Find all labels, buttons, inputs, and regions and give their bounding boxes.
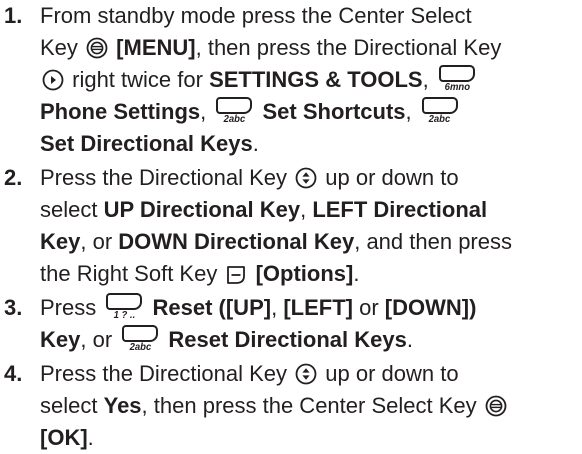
settings-tools-label: SETTINGS & TOOLS — [209, 67, 423, 92]
key-2-icon: 2abc — [421, 97, 458, 125]
step-text: or — [359, 295, 379, 320]
step-text: , then press the Directional Key — [195, 35, 502, 60]
step-line: right twice for SETTINGS & TOOLS, 6mno — [40, 64, 479, 96]
key-1-icon: 1 ? .. — [106, 293, 143, 321]
step-text: Press — [40, 295, 97, 320]
step-text: , and then press — [354, 229, 512, 254]
options-label: [Options] — [255, 261, 354, 286]
step-text: Press the Directional Key — [40, 361, 287, 386]
step-text: select — [40, 393, 98, 418]
step-line: select UP Directional Key, LEFT Directio… — [40, 194, 487, 226]
step-text: select — [40, 197, 98, 222]
step-text: up or down to — [325, 165, 459, 190]
menu-label: [MENU] — [116, 35, 196, 60]
step-text: Key — [40, 35, 78, 60]
right-soft-key-icon — [227, 266, 246, 284]
step-line: Phone Settings, 2abc Set Shortcuts, 2abc — [40, 96, 462, 128]
key-2-icon: 2abc — [122, 325, 159, 353]
step-line: Key, or DOWN Directional Key, and then p… — [40, 226, 512, 258]
center-select-key-icon — [485, 395, 507, 417]
step-text: . — [406, 327, 413, 352]
step-line: Key, or 2abc Reset Directional Keys. — [40, 324, 413, 356]
step-text: , — [405, 99, 412, 124]
set-shortcuts-label: Set Shortcuts — [262, 99, 406, 124]
yes-label: Yes — [103, 393, 142, 418]
step-line: [OK]. — [40, 422, 94, 454]
step-text: , — [300, 197, 307, 222]
step-number: 1. — [4, 3, 23, 28]
down-directional-key-label: DOWN Directional Key — [118, 229, 355, 254]
directional-up-down-icon — [295, 363, 317, 385]
up-directional-key-label: UP Directional Key — [103, 197, 301, 222]
ok-label: [OK] — [40, 425, 88, 450]
step-text: . — [252, 131, 259, 156]
step-text: . — [353, 261, 360, 286]
step-text: , — [200, 99, 207, 124]
step-number: 2. — [4, 165, 23, 190]
step-text: right twice for — [72, 67, 203, 92]
directional-up-down-icon — [295, 167, 317, 189]
phone-settings-label: Phone Settings — [40, 99, 201, 124]
key-6-icon: 6mno — [438, 65, 475, 93]
key-label: Key — [40, 229, 81, 254]
key-label: Key — [40, 327, 81, 352]
step-text: From standby mode press the Center Selec… — [40, 3, 472, 28]
down-label: [DOWN]) — [384, 295, 477, 320]
left-directional-label: LEFT Directional — [312, 197, 488, 222]
step-line: Press the Directional Key up or down to — [40, 358, 459, 390]
step-text: up or down to — [325, 361, 459, 386]
step-number: 4. — [4, 361, 23, 386]
step-text: Press the Directional Key — [40, 165, 287, 190]
reset-up-label: Reset ([UP] — [152, 295, 272, 320]
reset-directional-keys-label: Reset Directional Keys — [168, 327, 407, 352]
step-line: From standby mode press the Center Selec… — [40, 0, 472, 32]
center-select-key-icon — [86, 37, 108, 59]
step-text: , or — [80, 229, 113, 254]
step-text: , — [422, 67, 429, 92]
step-line: Press 1 ? .. Reset ([UP], [LEFT] or [DOW… — [40, 292, 476, 324]
step-text: . — [87, 425, 94, 450]
step-line: Press the Directional Key up or down to — [40, 162, 459, 194]
step-line: the Right Soft Key [Options]. — [40, 258, 359, 290]
instruction-page: 1. From standby mode press the Center Se… — [0, 0, 582, 450]
step-line: Set Directional Keys. — [40, 128, 259, 160]
step-line: Key [MENU], then press the Directional K… — [40, 32, 501, 64]
step-text: , or — [80, 327, 113, 352]
set-directional-keys-label: Set Directional Keys — [40, 131, 253, 156]
step-text: , — [271, 295, 278, 320]
step-text: , then press the Center Select Key — [141, 393, 477, 418]
step-number: 3. — [4, 295, 23, 320]
step-line: select Yes, then press the Center Select… — [40, 390, 509, 422]
left-label: [LEFT] — [283, 295, 353, 320]
key-2-icon: 2abc — [216, 97, 253, 125]
step-text: the Right Soft Key — [40, 261, 218, 286]
directional-right-icon — [42, 69, 64, 91]
